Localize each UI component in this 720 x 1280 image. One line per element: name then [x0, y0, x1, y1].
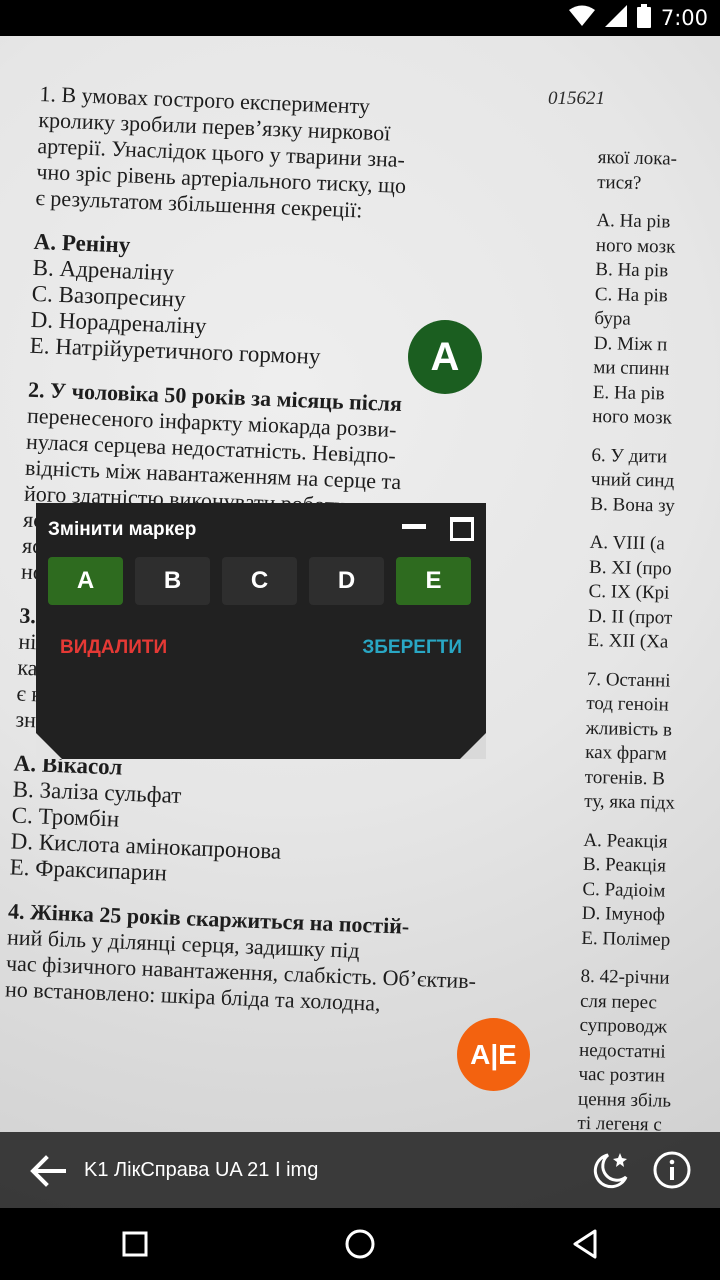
wifi-icon [568, 5, 595, 32]
dialog-corner-left [36, 733, 62, 759]
document-text-line: C. IX (Крі [588, 580, 670, 604]
document-text-line: 8. 42-річни [580, 965, 670, 989]
marker-option-d[interactable]: D [309, 557, 384, 605]
document-text-line: тися? [597, 171, 642, 194]
signal-icon [604, 4, 627, 32]
save-button[interactable]: ЗБЕРЕГТИ [362, 637, 462, 659]
document-title: K1 ЛікСправа UA 21 I img [84, 1159, 319, 1181]
marker-option-b[interactable]: B [135, 557, 210, 605]
document-text-line: E. На рів [592, 381, 665, 404]
document-text-line: C. Радіоім [582, 878, 666, 902]
night-mode-icon[interactable] [588, 1149, 634, 1191]
document-text-line: недостатні [578, 1039, 666, 1063]
document-text-line: тогенів. В [584, 766, 666, 790]
marker-option-a[interactable]: A [48, 557, 123, 605]
document-text-line: A. На рів [596, 209, 671, 233]
document-text-line: жливість в [585, 717, 673, 741]
answer-marker[interactable]: A [408, 320, 482, 394]
navigation-bar [0, 1208, 720, 1280]
page-right-column: якої лока-тися? A. На рів ного мозк B. На р… [577, 146, 720, 1140]
marker-option-c[interactable]: C [222, 557, 297, 605]
document-text-line: ного мозк [592, 405, 673, 429]
document-text-line: бура [594, 307, 631, 330]
document-text-line: B. Реакція [582, 853, 667, 877]
document-text-line: 7. Останні [586, 668, 671, 692]
change-marker-dialog: Змінити маркер ABCDE ВИДАЛИТИ ЗБЕРЕГТИ [36, 503, 486, 759]
document-text-line: тод геноін [586, 692, 670, 716]
document-text-line: D. II (прот [587, 605, 673, 629]
recent-apps-icon[interactable] [117, 1226, 153, 1262]
marker-options: ABCDE [48, 557, 471, 605]
document-text-line: якої лока- [597, 146, 678, 170]
document-text-line: В. Вона зу [590, 493, 676, 517]
document-text-line: супроводж [579, 1014, 668, 1038]
battery-icon [636, 3, 651, 33]
document-text-line: цення збіль [577, 1088, 672, 1112]
document-text-line: чний синд [590, 468, 675, 492]
document-text-line: E. Полімер [581, 927, 671, 951]
dialog-title: Змінити маркер [48, 519, 197, 540]
clock: 7:00 [660, 6, 708, 30]
document-text-line: C. На рів [594, 283, 668, 306]
status-bar: 7:00 [0, 0, 720, 36]
document-text-line: ту, яка підх [584, 790, 676, 814]
dialog-corner-right [460, 733, 486, 759]
document-text-line: A. Реакція [583, 829, 668, 853]
info-icon[interactable] [652, 1150, 692, 1190]
document-text-line: D. Між п [593, 332, 668, 355]
document-text-line: E. XII (Ха [587, 629, 669, 653]
document-text-line: сля перес [579, 990, 658, 1013]
document-text-line: ми спинн [593, 356, 670, 380]
back-icon[interactable] [567, 1226, 603, 1262]
minimize-icon[interactable] [402, 514, 428, 540]
document-text-line: час розтин [578, 1063, 666, 1087]
document-text-line: B. XI (про [588, 556, 672, 580]
document-text-line: ного мозк [595, 234, 676, 258]
document-text-line: D. Імуноф [581, 902, 666, 926]
back-arrow-icon[interactable] [28, 1154, 68, 1188]
home-icon[interactable] [342, 1226, 378, 1262]
delete-button[interactable]: ВИДАЛИТИ [60, 637, 167, 659]
marker-option-e[interactable]: E [396, 557, 471, 605]
document-text-line: 6. У дити [591, 444, 668, 468]
document-text-line: ках фрагм [585, 741, 667, 765]
document-text-line: B. На рів [595, 258, 669, 282]
answers-fab[interactable]: A|E [457, 1018, 530, 1091]
maximize-icon[interactable] [450, 517, 474, 541]
bottom-toolbar: K1 ЛікСправа UA 21 I img [0, 1132, 720, 1208]
document-text-line: A. VIII (а [589, 531, 665, 555]
